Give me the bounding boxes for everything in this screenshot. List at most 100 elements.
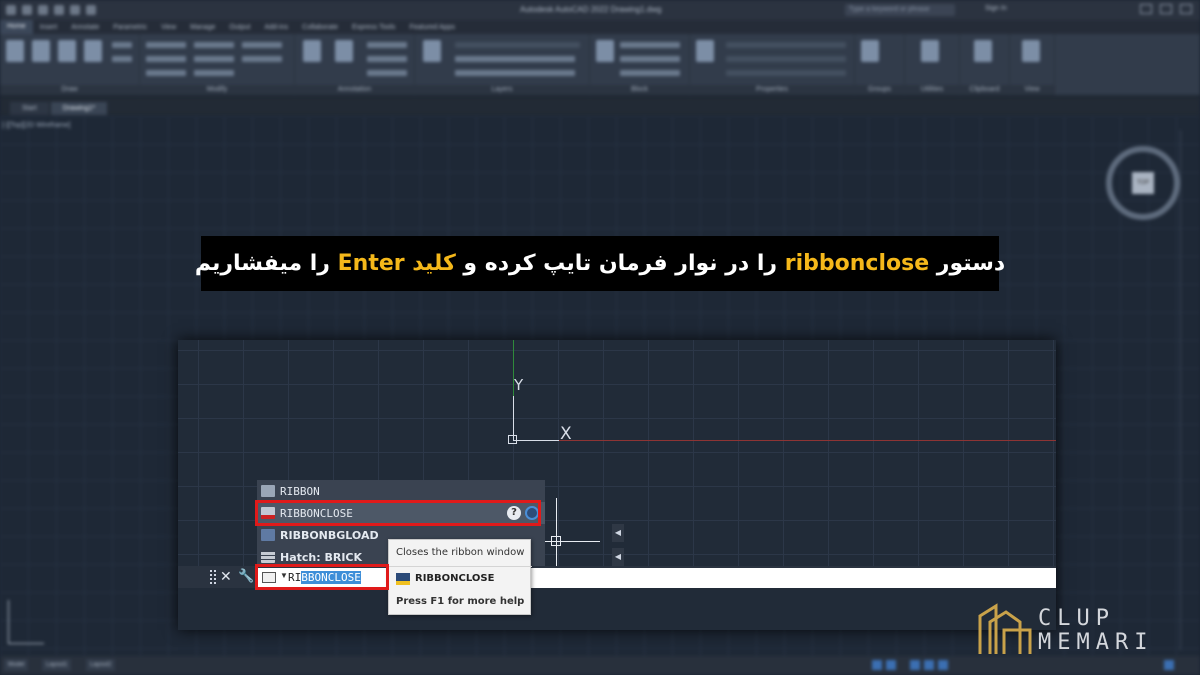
viewcube-face[interactable]: TOP <box>1132 172 1154 194</box>
maximize-button[interactable] <box>1160 4 1172 14</box>
tab-manage[interactable]: Manage <box>183 24 222 31</box>
ribbon-group-modify: Modify <box>140 34 295 96</box>
ribbon-group-block: Block <box>590 34 690 96</box>
minimize-button[interactable] <box>1140 4 1152 14</box>
polar-toggle-icon[interactable] <box>924 660 934 670</box>
grid-toggle-icon[interactable] <box>872 660 882 670</box>
ribbon-group-view: View <box>1010 34 1055 96</box>
tooltip-divider <box>389 566 532 567</box>
lisp-icon <box>261 529 275 541</box>
ucs-x-arm <box>513 440 559 441</box>
ucs-y-label: Y <box>514 376 524 394</box>
navigation-bar[interactable] <box>1180 130 1194 650</box>
caption-text-middle: را در نوار فرمان تایپ کرده و <box>463 251 778 276</box>
group-title: Draw <box>0 85 139 95</box>
document-tabs: Start Drawing1* <box>0 97 1200 115</box>
ribbon-group-annotation: Annotation <box>295 34 415 96</box>
caption-text-end: را میفشاریم <box>194 251 330 276</box>
match-properties-icon[interactable] <box>696 40 714 62</box>
logo-mark-icon <box>978 603 1032 654</box>
viewport-controls[interactable]: [-][Top][2D Wireframe] <box>2 122 70 129</box>
tab-output[interactable]: Output <box>222 24 257 31</box>
tab-layout2[interactable]: Layout2 <box>86 659 116 671</box>
arc-tool-icon[interactable] <box>84 40 102 62</box>
ortho-toggle-icon[interactable] <box>910 660 920 670</box>
base-view-icon[interactable] <box>1022 40 1040 62</box>
tab-view[interactable]: View <box>154 24 183 31</box>
ribbon-group-properties: Properties <box>690 34 855 96</box>
caption-text-start: دستور <box>936 251 1006 276</box>
help-search-input[interactable]: Type a keyword or phrase <box>845 4 955 16</box>
tab-drawing1[interactable]: Drawing1* <box>50 102 108 115</box>
osnap-toggle-icon[interactable] <box>938 660 948 670</box>
expand-arrow-icon[interactable]: ◀ <box>612 548 624 566</box>
tab-start[interactable]: Start <box>10 102 49 115</box>
ribbon-group-draw: Draw <box>0 34 140 96</box>
measure-icon[interactable] <box>921 40 939 62</box>
customize-wrench-icon[interactable]: 🔧 <box>238 568 254 584</box>
tab-parametric[interactable]: Parametric <box>106 24 154 31</box>
group-title: Properties <box>690 85 854 95</box>
tab-model[interactable]: Model <box>4 659 29 671</box>
sign-in-link[interactable]: Sign In <box>985 5 1007 12</box>
ucs-origin-marker <box>508 435 517 444</box>
text-tool-icon[interactable] <box>303 40 321 62</box>
hatch-brick-icon <box>261 551 275 563</box>
close-window-button[interactable] <box>1180 4 1192 14</box>
group-title: Clipboard <box>960 85 1009 95</box>
suggestion-ribbon[interactable]: RIBBON <box>257 480 545 502</box>
logo-word-2: MEMARI <box>1038 630 1154 655</box>
expand-arrow-icon[interactable]: ◀ <box>612 524 624 542</box>
tab-collaborate[interactable]: Collaborate <box>295 24 345 31</box>
grip-handle-icon[interactable] <box>210 570 216 584</box>
tab-home[interactable]: Home <box>0 20 33 34</box>
viewcube[interactable]: TOP <box>1106 146 1180 220</box>
caption-command: ribbonclose <box>784 251 930 276</box>
tab-featured-apps[interactable]: Featured Apps <box>402 24 462 31</box>
tab-layout1[interactable]: Layout1 <box>42 659 72 671</box>
group-title: View <box>1010 85 1054 95</box>
open-icon[interactable] <box>38 5 48 15</box>
group-title: Groups <box>855 85 904 95</box>
close-icon[interactable]: ✕ <box>220 568 232 585</box>
tooltip-help-hint: Press F1 for more help <box>396 596 525 607</box>
ribbon-group-clipboard: Clipboard <box>960 34 1010 96</box>
new-icon[interactable] <box>22 5 32 15</box>
suggestion-label: RIBBONBGLOAD <box>280 528 379 542</box>
logo-word-1: CLUP <box>1038 606 1115 631</box>
tab-add-ins[interactable]: Add-ins <box>257 24 295 31</box>
insert-block-icon[interactable] <box>596 40 614 62</box>
group-icon[interactable] <box>861 40 879 62</box>
snap-toggle-icon[interactable] <box>886 660 896 670</box>
highlight-box-command <box>255 564 389 590</box>
instruction-caption: دستور ribbonclose را در نوار فرمان تایپ … <box>195 236 1005 291</box>
caption-key: کلید Enter <box>337 251 456 276</box>
dimension-tool-icon[interactable] <box>335 40 353 62</box>
ribbon-group-groups: Groups <box>855 34 905 96</box>
ribbon-tab-bar: Home Insert Annotate Parametric View Man… <box>0 20 1200 34</box>
ribbon-group-layers: Layers <box>415 34 590 96</box>
save-icon[interactable] <box>54 5 64 15</box>
ucs-x-label: X <box>560 424 572 444</box>
undo-icon[interactable] <box>70 5 80 15</box>
ucs-y-arm <box>513 396 514 440</box>
group-title: Annotation <box>295 85 414 95</box>
group-title: Layers <box>415 85 589 95</box>
clup-memari-logo: CLUP MEMARI <box>970 600 1190 660</box>
customize-icon[interactable] <box>1164 660 1174 670</box>
app-menu-icon[interactable] <box>6 5 16 15</box>
tab-annotate[interactable]: Annotate <box>64 24 106 31</box>
tab-express-tools[interactable]: Express Tools <box>345 24 402 31</box>
highlight-box-suggestion <box>255 500 541 526</box>
tab-insert[interactable]: Insert <box>33 24 65 31</box>
polyline-tool-icon[interactable] <box>32 40 50 62</box>
line-tool-icon[interactable] <box>6 40 24 62</box>
layer-properties-icon[interactable] <box>423 40 441 62</box>
group-title: Block <box>590 85 689 95</box>
circle-tool-icon[interactable] <box>58 40 76 62</box>
ribbon-close-icon <box>396 573 410 585</box>
redo-icon[interactable] <box>86 5 96 15</box>
title-bar: Autodesk AutoCAD 2022 Drawing1.dwg Type … <box>0 0 1200 20</box>
crosshair-horizontal <box>540 541 600 542</box>
paste-icon[interactable] <box>974 40 992 62</box>
